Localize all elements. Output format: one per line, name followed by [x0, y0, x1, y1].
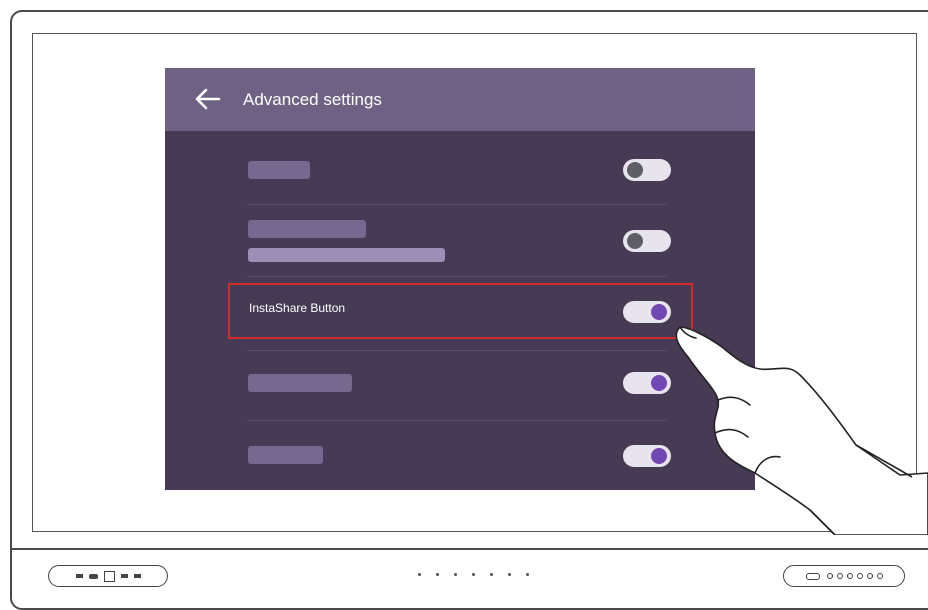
- redacted-label: [248, 374, 352, 392]
- back-button[interactable]: [193, 86, 223, 112]
- setting-toggle-5[interactable]: [623, 445, 671, 467]
- row-divider: [247, 204, 667, 205]
- toggle-knob: [627, 233, 643, 249]
- front-ports-right: [783, 565, 905, 587]
- toggle-knob: [651, 375, 667, 391]
- toggle-knob: [651, 304, 667, 320]
- row-divider: [247, 420, 667, 421]
- toggle-knob: [651, 448, 667, 464]
- instashare-button-label: InstaShare Button: [249, 301, 346, 315]
- redacted-description: [248, 248, 445, 262]
- settings-header: Advanced settings: [165, 68, 755, 131]
- redacted-label: [248, 220, 366, 238]
- instashare-button-toggle[interactable]: [623, 301, 671, 323]
- bezel-divider: [12, 548, 928, 550]
- toggle-knob: [627, 162, 643, 178]
- redacted-label: [248, 161, 310, 179]
- redacted-label: [248, 446, 323, 464]
- setting-toggle-4[interactable]: [623, 372, 671, 394]
- sensor-dots: [418, 573, 529, 576]
- row-divider: [247, 276, 667, 277]
- page-title: Advanced settings: [243, 90, 382, 109]
- front-ports-left: [48, 565, 168, 587]
- row-divider: [247, 350, 667, 351]
- arrow-left-icon: [195, 88, 221, 110]
- setting-toggle-1[interactable]: [623, 159, 671, 181]
- settings-panel: Advanced settings: [165, 68, 755, 490]
- setting-toggle-2[interactable]: [623, 230, 671, 252]
